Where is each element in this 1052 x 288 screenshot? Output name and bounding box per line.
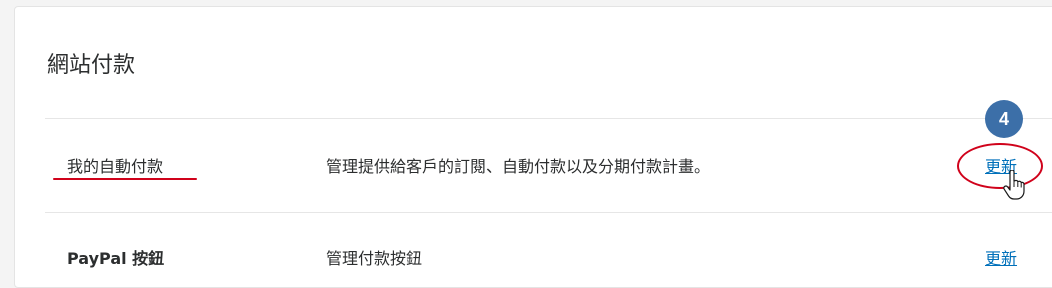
section-title: 網站付款 xyxy=(47,53,136,78)
row-title-automatic-payments: 我的自動付款 xyxy=(67,157,164,176)
divider xyxy=(45,212,1052,213)
divider xyxy=(45,118,1052,119)
website-payments-card: 網站付款 我的自動付款 管理提供給客戶的訂閱、自動付款以及分期付款計畫。 更新 … xyxy=(14,6,1052,288)
hand-pointer-icon xyxy=(1003,170,1025,200)
highlight-ellipse xyxy=(957,143,1043,189)
row-title-paypal-buttons: PayPal 按鈕 xyxy=(67,249,165,268)
highlight-underline xyxy=(53,178,197,180)
update-link-paypal-buttons[interactable]: 更新 xyxy=(985,245,1017,269)
row-description: 管理付款按鈕 xyxy=(326,249,423,268)
step-badge: 4 xyxy=(985,100,1023,138)
row-description: 管理提供給客戶的訂閱、自動付款以及分期付款計畫。 xyxy=(326,157,711,176)
